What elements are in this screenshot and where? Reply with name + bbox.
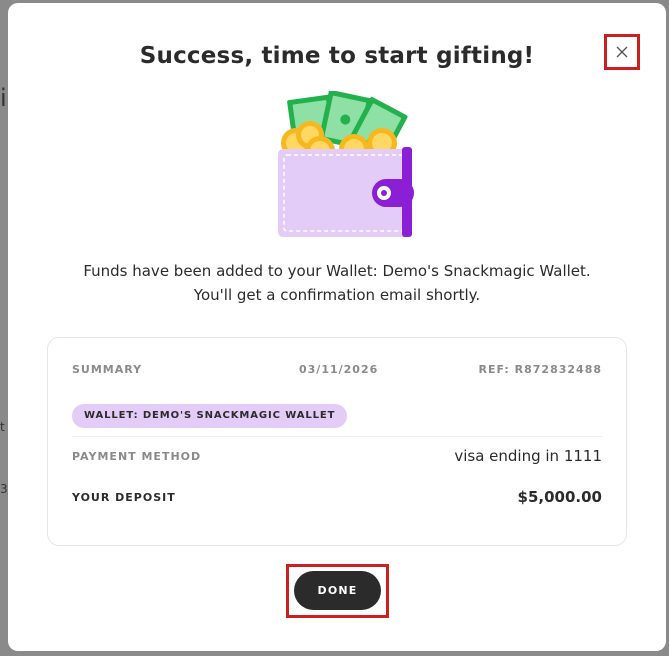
- confirmation-message: Funds have been added to your Wallet: De…: [8, 259, 666, 307]
- background-fragment: t: [0, 420, 5, 434]
- modal-title: Success, time to start gifting!: [139, 43, 535, 69]
- wallet-tag: WALLET: DEMO'S SNACKMAGIC WALLET: [72, 404, 348, 428]
- payment-method-row: PAYMENT METHOD visa ending in 1111: [72, 447, 602, 470]
- deposit-label: YOUR DEPOSIT: [72, 491, 176, 504]
- payment-method-value: visa ending in 1111: [454, 447, 602, 465]
- deposit-value: $5,000.00: [517, 488, 602, 506]
- close-button[interactable]: [604, 34, 640, 70]
- wallet-illustration: [278, 91, 414, 237]
- deposit-row: YOUR DEPOSIT $5,000.00: [72, 488, 602, 511]
- summary-ref: REF: R872832488: [478, 363, 602, 376]
- divider: [72, 436, 602, 437]
- message-line-2: You'll get a confirmation email shortly.: [193, 286, 481, 304]
- done-highlight: DONE: [286, 564, 389, 618]
- message-line-1: Funds have been added to your Wallet: De…: [83, 262, 591, 280]
- close-icon: [616, 46, 628, 58]
- summary-date: 03/11/2026: [299, 363, 379, 376]
- payment-method-label: PAYMENT METHOD: [72, 450, 202, 463]
- summary-header: SUMMARY 03/11/2026 REF: R872832488: [72, 363, 602, 383]
- background-fragment: i: [0, 84, 7, 112]
- success-modal: Success, time to start gifting! Funds ha…: [8, 3, 666, 651]
- summary-label: SUMMARY: [72, 363, 143, 376]
- done-button[interactable]: DONE: [294, 571, 381, 610]
- summary-card: SUMMARY 03/11/2026 REF: R872832488 WALLE…: [47, 337, 627, 546]
